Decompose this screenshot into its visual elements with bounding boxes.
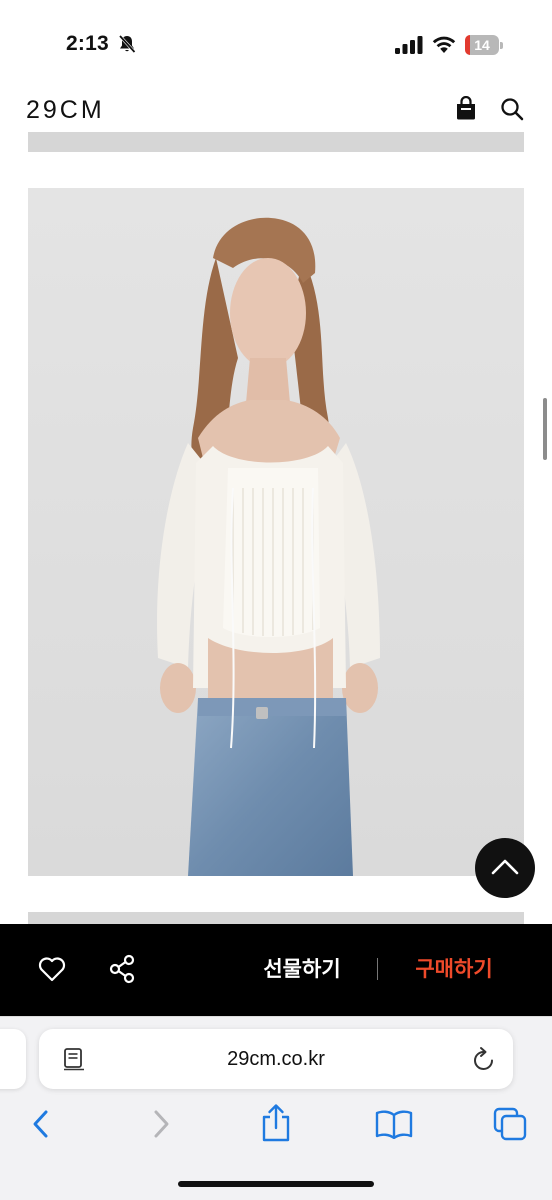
- image-placeholder-strip: [28, 132, 524, 152]
- chevron-up-icon: [491, 859, 519, 875]
- signal-icon: [395, 36, 423, 54]
- reload-icon[interactable]: [471, 1045, 497, 1073]
- previous-tab-preview[interactable]: [0, 1029, 26, 1089]
- battery-icon: 14: [465, 35, 503, 55]
- bell-slash-icon: [118, 34, 136, 54]
- status-time: 2:13: [66, 32, 109, 55]
- scroll-to-top-button[interactable]: [475, 838, 535, 898]
- product-photo[interactable]: [28, 188, 524, 876]
- shopping-bag-icon[interactable]: [455, 96, 477, 120]
- address-bar[interactable]: 29cm.co.kr: [39, 1029, 513, 1089]
- share-sheet-icon[interactable]: [259, 1103, 293, 1143]
- action-divider: [377, 958, 378, 980]
- model-illustration: [28, 188, 524, 876]
- wifi-icon: [432, 36, 456, 53]
- reader-icon[interactable]: [63, 1047, 85, 1071]
- scrollbar[interactable]: [543, 398, 547, 460]
- heart-icon[interactable]: [38, 956, 66, 982]
- browser-toolbar: 29cm.co.kr: [0, 1016, 552, 1200]
- tabs-icon[interactable]: [493, 1107, 527, 1141]
- site-header: 29CM: [0, 90, 552, 132]
- forward-icon[interactable]: [146, 1107, 176, 1141]
- search-icon[interactable]: [500, 97, 524, 121]
- gift-button[interactable]: 선물하기: [248, 952, 356, 988]
- share-icon[interactable]: [108, 954, 136, 984]
- buy-button[interactable]: 구매하기: [402, 952, 506, 988]
- purchase-action-bar: 선물하기 구매하기: [0, 924, 552, 1016]
- bookmarks-icon[interactable]: [375, 1109, 413, 1139]
- site-logo[interactable]: 29CM: [26, 96, 105, 125]
- url-text[interactable]: 29cm.co.kr: [119, 1029, 433, 1089]
- battery-level: 14: [465, 35, 499, 55]
- status-bar: 2:13 14: [0, 0, 552, 90]
- back-icon[interactable]: [26, 1107, 56, 1141]
- home-indicator: [178, 1181, 374, 1187]
- image-placeholder-strip: [28, 912, 524, 924]
